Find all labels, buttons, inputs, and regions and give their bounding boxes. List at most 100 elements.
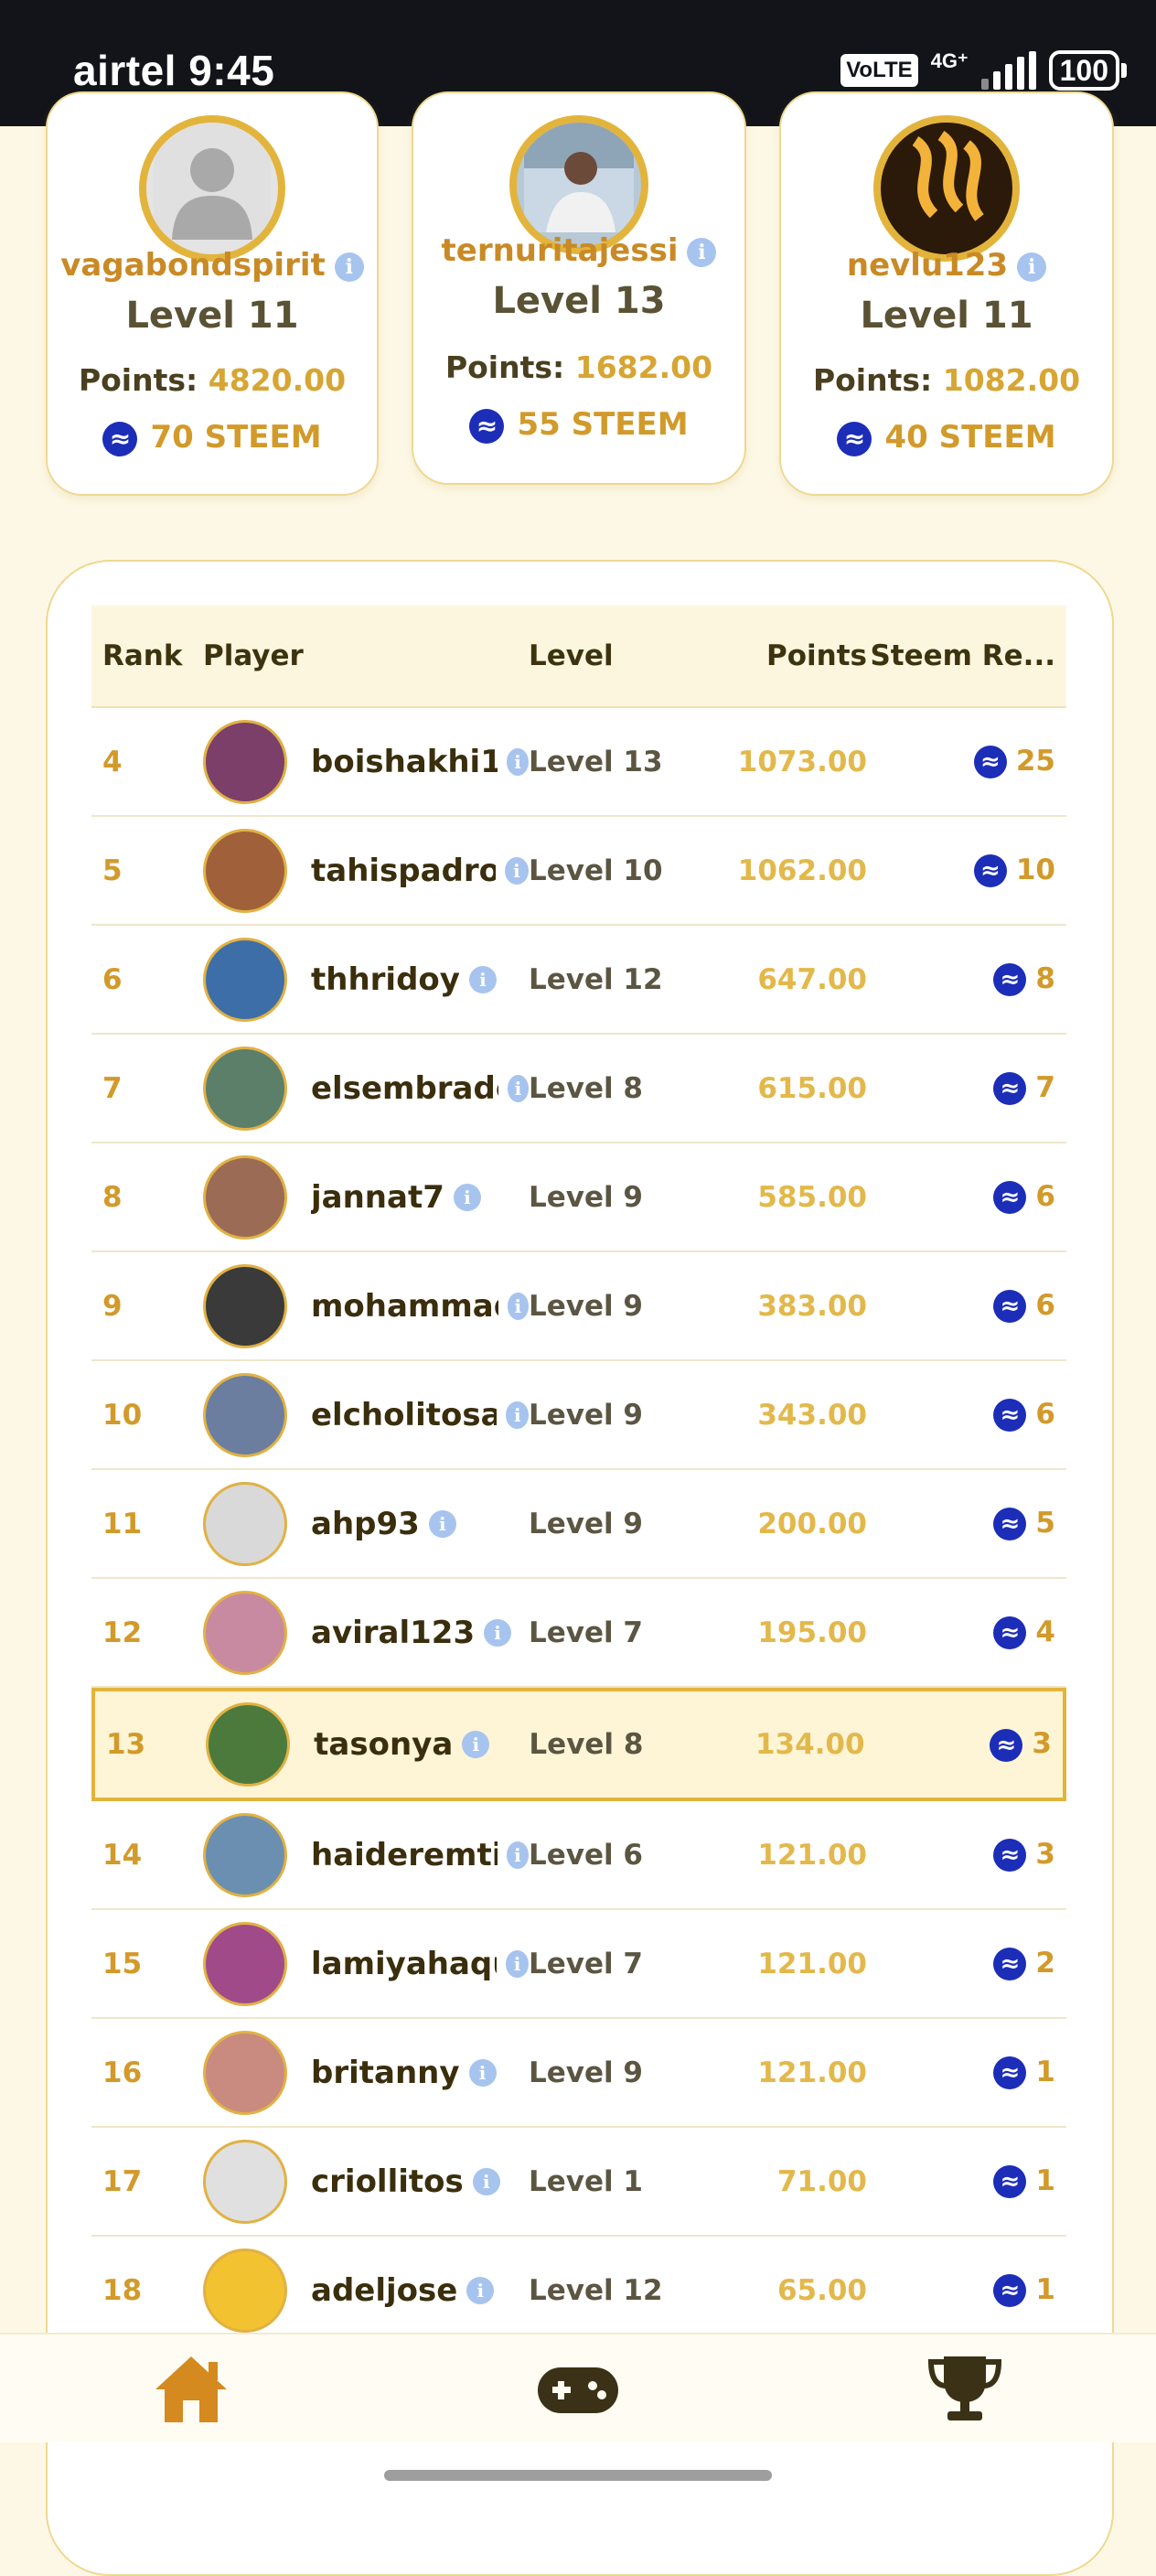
info-icon[interactable]: i xyxy=(504,856,529,885)
player-cell[interactable]: jannat7 i xyxy=(203,1154,529,1240)
player-cell[interactable]: haideremtiaz i xyxy=(203,1812,529,1897)
table-row[interactable]: 5 tahispadron iLevel 10 1062.00 10 xyxy=(91,817,1066,926)
bottom-nav xyxy=(0,2333,1156,2442)
steem-icon xyxy=(993,1290,1027,1324)
info-icon[interactable]: i xyxy=(468,2058,497,2087)
table-row[interactable]: 17 criollitos i Level 1 71.00 1 xyxy=(91,2128,1066,2237)
table-row[interactable]: 4 boishakhi123 iLevel 13 1073.00 25 xyxy=(91,708,1066,817)
info-icon[interactable]: i xyxy=(472,2167,500,2195)
info-icon[interactable]: i xyxy=(484,1618,512,1647)
info-icon[interactable]: i xyxy=(466,2276,495,2304)
points-cell: 121.00 xyxy=(757,2055,867,2089)
steem-icon xyxy=(469,408,505,444)
player-cell[interactable]: boishakhi123 i xyxy=(203,719,529,804)
home-indicator[interactable] xyxy=(384,2470,772,2481)
info-icon[interactable]: i xyxy=(506,1401,529,1429)
header-steem-reward[interactable]: Steem Re... xyxy=(867,639,1066,672)
nav-games[interactable] xyxy=(536,2353,618,2426)
table-row[interactable]: 14 haideremtiaz iLevel 6 121.00 3 xyxy=(91,1801,1066,1910)
podium-card-1[interactable]: vagabondspirit i Level 11 Points: 4820.00… xyxy=(46,91,379,496)
points-cell: 134.00 xyxy=(755,1728,865,1761)
podium-points: Points: 1082.00 xyxy=(812,362,1081,398)
player-cell[interactable]: tasonya i xyxy=(206,1702,529,1787)
table-row[interactable]: 9 mohammadfa iLevel 9 383.00 6 xyxy=(91,1252,1066,1361)
avatar xyxy=(203,1372,287,1457)
steem-icon xyxy=(993,963,1027,997)
podium-points: Points: 4820.00 xyxy=(78,362,347,398)
player-cell[interactable]: mohammadfa i xyxy=(203,1263,529,1348)
points-cell: 647.00 xyxy=(757,962,867,996)
podium-player-name[interactable]: ternuritajessi i xyxy=(413,232,744,269)
info-icon[interactable]: i xyxy=(507,747,529,776)
nav-home[interactable] xyxy=(150,2353,232,2426)
podium-reward: 70 STEEM xyxy=(48,419,377,456)
level-cell: Level 13 xyxy=(529,745,663,778)
info-icon[interactable]: i xyxy=(1017,252,1047,282)
avatar xyxy=(203,719,287,804)
table-row[interactable]: 10 elcholitosant iLevel 9 343.00 6 xyxy=(91,1361,1066,1470)
info-icon[interactable]: i xyxy=(334,252,364,282)
level-cell: Level 8 xyxy=(529,1728,644,1761)
avatar xyxy=(203,1921,287,2006)
rank-cell: 6 xyxy=(102,962,123,996)
player-cell[interactable]: aviral123 i xyxy=(203,1590,529,1675)
podium-card-3[interactable]: nevlu123i Level 11 Points: 1082.00 40 ST… xyxy=(779,91,1114,496)
level-cell: Level 7 xyxy=(529,1947,643,1980)
player-cell[interactable]: adeljose i xyxy=(203,2248,529,2333)
rank-cell: 9 xyxy=(102,1289,123,1323)
level-cell: Level 9 xyxy=(529,1289,643,1323)
rank-cell: 18 xyxy=(102,2273,143,2307)
info-icon[interactable]: i xyxy=(506,1841,529,1869)
rank-cell: 5 xyxy=(102,853,123,887)
player-name: adeljose xyxy=(311,2271,458,2309)
steem-icon xyxy=(993,1181,1027,1215)
reward-value: 4 xyxy=(1035,1615,1055,1648)
info-icon[interactable]: i xyxy=(687,237,717,267)
player-cell[interactable]: lamiyahaque i xyxy=(203,1921,529,2006)
table-row-current-user[interactable]: 13 tasonya i Level 8 134.00 3 xyxy=(91,1688,1066,1801)
podium-player-name[interactable]: nevlu123 i xyxy=(781,247,1112,284)
player-cell[interactable]: elsembradore i xyxy=(203,1046,529,1131)
table-row[interactable]: 15 lamiyahaque iLevel 7 121.00 2 xyxy=(91,1910,1066,2019)
header-rank[interactable]: Rank xyxy=(91,639,203,672)
points-cell: 1073.00 xyxy=(737,745,867,778)
info-icon[interactable]: i xyxy=(462,1731,490,1758)
info-icon[interactable]: i xyxy=(428,1509,456,1538)
player-cell[interactable]: britanny i xyxy=(203,2030,529,2115)
player-cell[interactable]: tahispadron i xyxy=(203,828,529,913)
table-row[interactable]: 12 aviral123 i Level 7 195.00 4 xyxy=(91,1579,1066,1688)
info-icon[interactable]: i xyxy=(468,965,497,993)
player-name: jannat7 xyxy=(311,1178,444,1216)
podium-level: Level 11 xyxy=(860,295,1033,337)
reward-value: 10 xyxy=(1015,853,1055,886)
table-row[interactable]: 11 ahp93 i Level 9 200.00 5 xyxy=(91,1470,1066,1579)
volte-badge: VoLTE xyxy=(840,54,918,87)
info-icon[interactable]: i xyxy=(507,1074,529,1102)
table-row[interactable]: 7 elsembradore iLevel 8 615.00 7 xyxy=(91,1035,1066,1143)
points-cell: 1062.00 xyxy=(737,853,867,887)
points-cell: 383.00 xyxy=(757,1289,867,1323)
nav-leaderboard[interactable] xyxy=(924,2353,1006,2426)
header-level[interactable]: Level xyxy=(529,639,721,672)
table-row[interactable]: 18 adeljose i Level 12 65.00 1 xyxy=(91,2237,1066,2345)
player-cell[interactable]: thhridoy i xyxy=(203,937,529,1022)
info-icon[interactable]: i xyxy=(506,1949,529,1978)
table-row[interactable]: 16 britanny i Level 9 121.00 1 xyxy=(91,2019,1066,2128)
reward-cell: 2 xyxy=(867,1947,1066,1981)
reward-value: 1 xyxy=(1035,2163,1055,2197)
points-cell: 195.00 xyxy=(757,1615,867,1649)
table-row[interactable]: 6 thhridoy i Level 12 647.00 8 xyxy=(91,926,1066,1035)
player-name: boishakhi123 xyxy=(311,743,498,780)
player-cell[interactable]: ahp93 i xyxy=(203,1481,529,1566)
avatar xyxy=(203,937,287,1022)
info-icon[interactable]: i xyxy=(453,1183,481,1211)
player-cell[interactable]: criollitos i xyxy=(203,2139,529,2224)
header-points[interactable]: Points xyxy=(721,639,867,672)
podium-player-name[interactable]: vagabondspirit i xyxy=(48,247,377,284)
reward-cell: 6 xyxy=(867,1289,1066,1324)
info-icon[interactable]: i xyxy=(507,1292,529,1320)
table-row[interactable]: 8 jannat7 i Level 9 585.00 6 xyxy=(91,1143,1066,1252)
header-player[interactable]: Player xyxy=(203,639,529,672)
podium-card-2[interactable]: ternuritajessi i Level 13 Points: 1682.00… xyxy=(412,91,746,485)
player-cell[interactable]: elcholitosant i xyxy=(203,1372,529,1457)
